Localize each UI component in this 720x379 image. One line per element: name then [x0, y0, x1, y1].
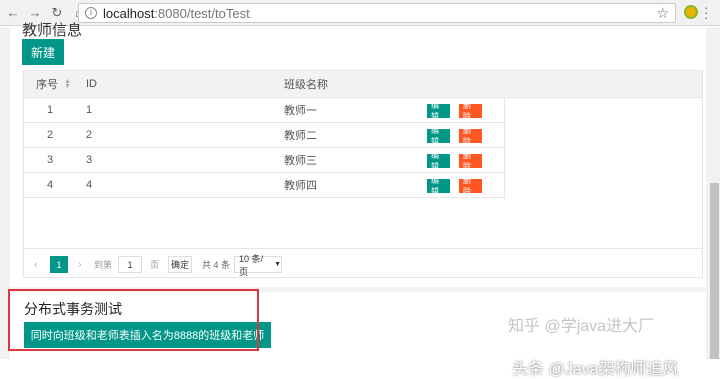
cell-id: 1 — [86, 104, 93, 116]
teacher-table: 序号 ▲ ▼ ID 班级名称 1 1 教师一 编辑 删除 2 2 教师二 编辑 删… — [23, 70, 703, 278]
cell-name: 教师三 — [284, 155, 317, 167]
watermark-faint: 知乎 @学java进大厂 — [508, 318, 655, 335]
cell-name: 教师四 — [284, 180, 317, 192]
cell-id: 2 — [86, 129, 93, 141]
url-host: localhost — [103, 5, 155, 21]
url-path: :8080/test/toTest — [154, 5, 250, 21]
prev-page-icon[interactable]: ‹ — [34, 256, 38, 273]
scrollbar-thumb[interactable] — [710, 183, 719, 359]
table-row: 1 1 教师一 编辑 删除 — [24, 98, 504, 123]
table-row: 3 3 教师三 编辑 删除 — [24, 148, 504, 173]
cell-name: 教师二 — [284, 130, 317, 142]
delete-button[interactable]: 删除 — [459, 101, 482, 121]
teacher-card: 教师信息 新建 序号 ▲▼ ID 班级名称 1 1 教师一 编辑 删除 2 2 — [10, 22, 706, 287]
sort-icon[interactable]: ▲ ▼ — [64, 78, 71, 90]
extension-icon[interactable] — [684, 5, 698, 19]
edit-button[interactable]: 编辑 — [427, 126, 450, 146]
edit-button[interactable]: 编辑 — [427, 176, 450, 196]
delete-button[interactable]: 删除 — [459, 151, 482, 171]
cell-no: 4 — [46, 179, 54, 191]
cell-no: 1 — [46, 104, 54, 116]
table-row: 4 4 教师四 编辑 删除 — [24, 173, 504, 198]
cell-id: 4 — [86, 179, 93, 191]
cell-name: 教师一 — [284, 105, 317, 117]
chevron-down-icon: ▼ — [274, 261, 281, 268]
goto-label: 到第 — [94, 260, 113, 270]
page-number-current[interactable]: 1 — [50, 256, 68, 273]
table-header: 序号 ▲ ▼ ID 班级名称 — [24, 71, 702, 98]
table-row: 2 2 教师二 编辑 删除 — [24, 123, 504, 148]
cell-no: 2 — [46, 129, 54, 141]
delete-button[interactable]: 删除 — [459, 176, 482, 196]
total-count: 共 4 条 — [202, 260, 231, 270]
browser-toolbar: ← → ↻ ⌂ i localhost :8080/test/toTest ☆ … — [0, 0, 720, 26]
page-body: 教师信息 新建 序号 ▲▼ ID 班级名称 1 1 教师一 编辑 删除 2 2 — [0, 22, 708, 378]
header-id: ID — [86, 78, 97, 90]
info-icon[interactable]: i — [85, 7, 97, 19]
goto-page-input[interactable]: 1 — [118, 256, 142, 273]
cell-no: 3 — [46, 154, 54, 166]
page-label: 页 — [150, 260, 160, 270]
page-size-select[interactable]: 10 条/页 ▼ — [234, 254, 282, 277]
header-name: 班级名称 — [284, 79, 328, 91]
back-icon[interactable]: ← — [4, 4, 22, 22]
column-divider — [504, 98, 505, 199]
edit-button[interactable]: 编辑 — [427, 101, 450, 121]
address-bar[interactable]: i localhost :8080/test/toTest ☆ — [78, 3, 676, 23]
delete-button[interactable]: 删除 — [459, 126, 482, 146]
header-no[interactable]: 序号 ▲ ▼ — [36, 71, 71, 97]
page-title: 教师信息 — [22, 22, 83, 39]
highlight-box — [8, 289, 259, 351]
next-page-icon[interactable]: › — [78, 256, 82, 273]
bookmark-star-icon[interactable]: ☆ — [656, 5, 669, 22]
new-button[interactable]: 新建 — [22, 39, 64, 65]
pagination: ‹ 1 › 到第 1 页 确定 共 4 条 10 条/页 ▼ — [24, 248, 702, 278]
goto-confirm-button[interactable]: 确定 — [168, 256, 192, 273]
menu-icon[interactable]: · · · — [704, 1, 708, 24]
cell-id: 3 — [86, 154, 93, 166]
edit-button[interactable]: 编辑 — [427, 151, 450, 171]
